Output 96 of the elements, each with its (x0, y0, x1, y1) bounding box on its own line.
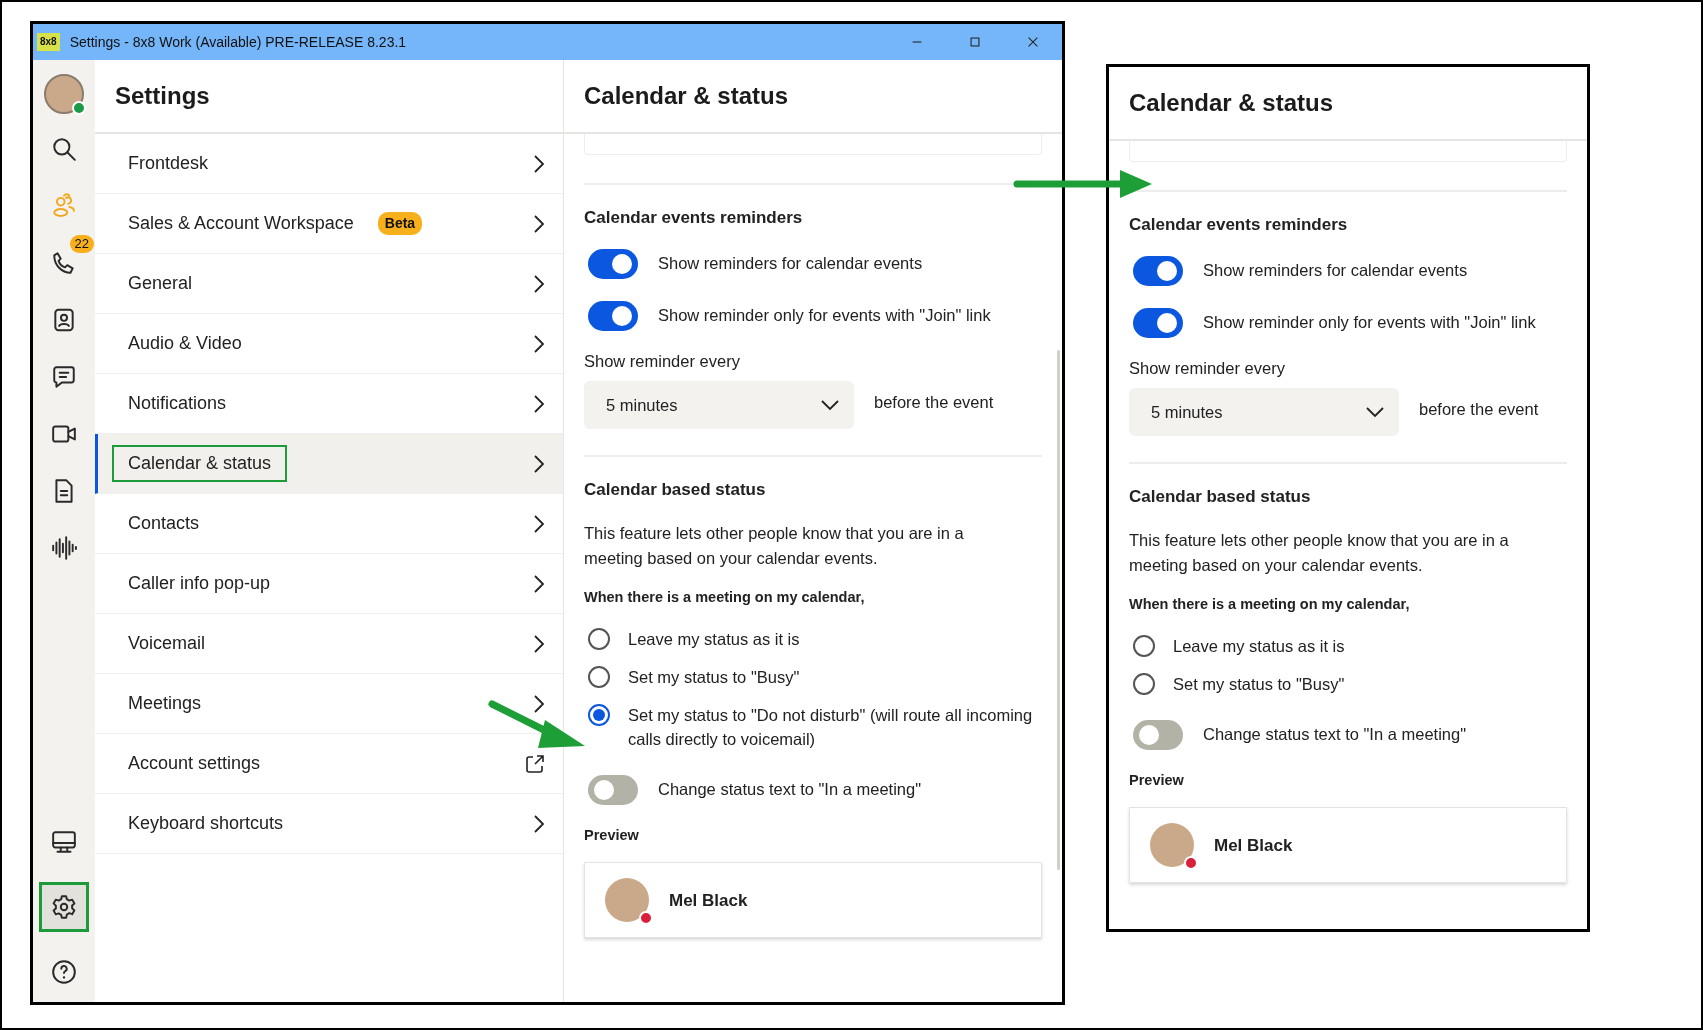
chevron-right-icon (533, 393, 545, 414)
radio-button[interactable] (588, 665, 610, 688)
description-text: This feature lets other people know that you are in a meeting based on your calendar events. (584, 522, 965, 569)
menu-item-label: Keyboard shortcuts (127, 812, 285, 835)
chevron-right-icon (533, 273, 545, 294)
menu-item-label: Notifications (127, 392, 228, 415)
toggle-label: Show reminder only for events with "Join" link (1203, 312, 1536, 334)
chevron-right-icon (533, 513, 545, 534)
radio-button[interactable] (588, 627, 610, 650)
chevron-right-icon (533, 813, 545, 834)
chevron-right-icon (533, 153, 545, 174)
reminder-dropdown[interactable]: 5 minutes (1129, 388, 1399, 437)
chat-icon (51, 364, 77, 390)
toggle-label: Show reminders for calendar events (1203, 260, 1468, 282)
toggle-switch[interactable] (1133, 307, 1183, 338)
settings-menu-item[interactable]: Contacts (95, 494, 563, 554)
radio-label: Leave my status as it is (628, 628, 800, 650)
people-icon (51, 193, 77, 219)
menu-item-label: Sales & Account Workspace (127, 212, 355, 235)
app-logo: 8x8 (37, 33, 60, 51)
menu-item-label: Audio & Video (127, 332, 243, 355)
section-heading: Calendar based status (1129, 486, 1312, 509)
settings-icon (51, 894, 77, 920)
settings-menu-item[interactable]: Caller info pop-up (95, 554, 563, 614)
menu-item-label: Account settings (127, 752, 262, 775)
panel-title: Calendar & status (584, 81, 789, 111)
maximize-icon (968, 35, 982, 49)
contact-card-icon (51, 307, 77, 333)
question-text: When there is a meeting on my calendar, (1129, 594, 1411, 614)
menu-item-label: Frontdesk (127, 152, 210, 175)
field-label: Show reminder every (584, 350, 741, 372)
chevron-right-icon (533, 573, 545, 594)
radio-label: Set my status to "Do not disturb" (will route all incoming calls directly to voicemail) (628, 704, 1034, 750)
chevron-down-icon (1365, 406, 1385, 419)
reminder-dropdown[interactable]: 5 minutes (584, 381, 854, 430)
menu-item-label: Voicemail (127, 632, 207, 655)
toggle-switch[interactable] (588, 774, 638, 805)
radio-label: Set my status to "Busy" (1173, 673, 1345, 695)
settings-menu-item[interactable]: Keyboard shortcuts (95, 794, 563, 854)
external-link-icon (525, 753, 545, 774)
monitor-icon (51, 829, 77, 855)
menu-item-label: Meetings (127, 692, 203, 715)
radio-button[interactable] (1133, 634, 1155, 657)
section-heading: Calendar events reminders (584, 207, 804, 229)
menu-item-label: Calendar & status (114, 447, 286, 480)
phone-icon (51, 250, 77, 276)
count-badge: 22 (69, 235, 94, 253)
toggle-label: Change status text to "In a meeting" (658, 779, 922, 801)
toggle-label: Show reminder only for events with "Join" link (658, 305, 991, 327)
settings-menu-item[interactable]: Calendar & status (95, 434, 563, 494)
radio-label: Leave my status as it is (1173, 635, 1345, 657)
toggle-switch[interactable] (588, 248, 638, 279)
chevron-right-icon (533, 213, 545, 234)
contact-name: Mel Black (669, 889, 748, 912)
question-text: When there is a meeting on my calendar, (584, 587, 866, 607)
waveform-icon (51, 535, 77, 561)
description-text: This feature lets other people know that you are in a meeting based on your calendar events. (1129, 529, 1510, 576)
toggle-switch[interactable] (1133, 255, 1183, 286)
dropdown-suffix: before the event (874, 391, 994, 413)
sidebar-icon-button[interactable] (42, 885, 86, 929)
radio-button[interactable] (1133, 672, 1155, 695)
chevron-right-icon (533, 333, 545, 354)
preview-label: Preview (1129, 770, 1185, 790)
chevron-right-icon (533, 633, 545, 654)
toggle-label: Change status text to "In a meeting" (1203, 724, 1467, 746)
section-heading: Calendar events reminders (1129, 214, 1349, 236)
panel-title: Calendar & status (1129, 88, 1334, 118)
toggle-switch[interactable] (588, 300, 638, 331)
preview-label: Preview (584, 825, 640, 845)
beta-badge: Beta (377, 212, 423, 235)
settings-menu-item[interactable]: Voicemail (95, 614, 563, 674)
toggle-switch[interactable] (1133, 719, 1183, 750)
menu-item-label: General (127, 272, 194, 295)
toggle-label: Show reminders for calendar events (658, 253, 923, 275)
settings-menu-item[interactable]: General (95, 254, 563, 314)
field-label: Show reminder every (1129, 357, 1286, 379)
close-icon (1026, 35, 1040, 49)
settings-menu-item[interactable]: Frontdesk (95, 134, 563, 194)
contact-name: Mel Black (1214, 834, 1293, 857)
dropdown-suffix: before the event (1419, 398, 1539, 420)
chevron-down-icon (820, 399, 840, 412)
menu-item-label: Caller info pop-up (127, 572, 272, 595)
page-title: Settings (115, 81, 210, 111)
menu-item-label: Contacts (127, 512, 201, 535)
section-heading: Calendar based status (584, 479, 767, 502)
radio-label: Set my status to "Busy" (628, 666, 800, 688)
scrollbar[interactable] (1057, 350, 1060, 870)
settings-menu-item[interactable]: Audio & Video (95, 314, 563, 374)
avatar[interactable] (44, 74, 84, 114)
chevron-right-icon (533, 453, 545, 474)
window-title: Settings - 8x8 Work (Available) PRE-RELEASE 8.23.1 (69, 32, 407, 52)
help-icon (51, 959, 77, 985)
radio-button[interactable] (588, 703, 610, 726)
search-icon (51, 136, 77, 162)
settings-menu-item[interactable]: Sales & Account Workspace Beta (95, 194, 563, 254)
chevron-right-icon (533, 693, 545, 714)
